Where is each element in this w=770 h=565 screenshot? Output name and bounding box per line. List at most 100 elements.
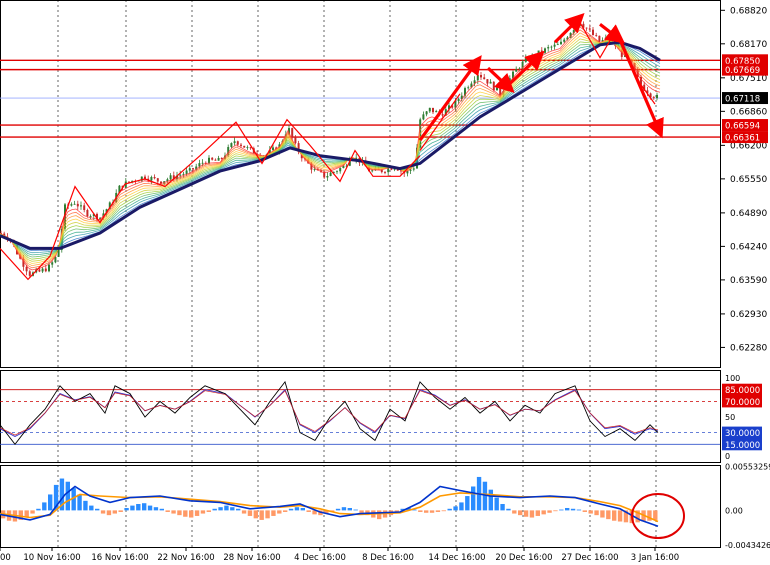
price-label: 0.67669 [725, 66, 760, 76]
price-tick-label: 0.65550 [730, 175, 767, 185]
x-tick-label: 00 [0, 553, 11, 563]
candle-body [384, 172, 386, 173]
macd-histogram-bar [653, 510, 658, 520]
macd-histogram-bar [83, 500, 88, 511]
candle-body [182, 173, 185, 175]
macd-histogram-bar [488, 489, 493, 511]
candle-body [595, 35, 598, 36]
candle-body [57, 249, 60, 257]
macd-histogram-bar [341, 507, 347, 511]
candle-body [371, 170, 374, 172]
macd-histogram-bar [335, 508, 341, 511]
candle-body [44, 268, 47, 272]
macd-histogram-bar [159, 508, 164, 511]
macd-histogram-bar [24, 510, 29, 517]
macd-histogram-bar [89, 505, 94, 511]
candle-body [457, 99, 460, 101]
macd-histogram-bar [294, 507, 300, 511]
macd-histogram-bar [218, 507, 223, 511]
x-tick-label: 27 Dec 16:00 [561, 553, 618, 563]
candle-body [387, 168, 390, 173]
macd-tick-label: 0.00553259 [725, 462, 770, 471]
candle-body [76, 203, 79, 207]
candle-body [550, 46, 553, 48]
candle-body [153, 177, 156, 179]
macd-histogram-bar [582, 510, 587, 512]
candle-body [563, 39, 566, 42]
candle-body [192, 168, 194, 170]
macd-histogram-bar [447, 508, 452, 511]
price-chart[interactable]: 0.688200.681700.675100.668600.662000.655… [0, 0, 770, 565]
macd-histogram-bar [212, 508, 217, 511]
candle-body [86, 210, 89, 217]
candle-body [531, 54, 534, 61]
price-label: 0.66361 [725, 134, 760, 144]
macd-histogram-bar [100, 510, 106, 514]
candle-body [25, 266, 28, 272]
price-tick-label: 0.68820 [730, 6, 767, 16]
macd-histogram-bar [194, 510, 200, 516]
price-tick-label: 0.66860 [730, 107, 767, 117]
candle-body [560, 41, 562, 45]
candle-body [243, 145, 246, 148]
candle-body [336, 171, 338, 173]
candle-body [489, 81, 492, 84]
candle-body [592, 29, 594, 36]
candle-body [496, 87, 498, 91]
x-tick-label: 20 Dec 16:00 [495, 553, 552, 563]
macd-tick-label: 0.00 [725, 506, 743, 515]
macd-histogram-bar [424, 510, 429, 513]
macd-histogram-bar [124, 507, 129, 511]
macd-histogram-bar [36, 508, 41, 511]
price-tick-label: 0.68170 [730, 40, 767, 50]
macd-histogram-bar [189, 510, 194, 518]
candle-body [291, 128, 294, 138]
macd-histogram-bar [471, 486, 476, 511]
candle-body [169, 175, 172, 180]
candle-body [211, 157, 214, 160]
candle-body [198, 163, 201, 167]
candle-body [652, 97, 655, 99]
price-label: 0.66594 [725, 122, 760, 132]
macd-histogram-bar [576, 509, 582, 511]
macd-histogram-bar [435, 510, 441, 512]
candle-body [272, 147, 274, 150]
macd-histogram-bar [48, 494, 53, 511]
candle-body [422, 114, 425, 120]
macd-histogram-bar [600, 510, 605, 518]
macd-histogram-bar [118, 510, 123, 512]
macd-histogram-bar [529, 510, 535, 518]
macd-histogram-bar [165, 510, 170, 512]
macd-histogram-bar [236, 508, 241, 511]
macd-histogram-bar [271, 510, 276, 516]
candle-body [70, 204, 73, 206]
candle-body [528, 58, 530, 61]
macd-histogram-bar [418, 510, 423, 512]
macd-histogram-bar [112, 510, 117, 514]
macd-histogram-bar [377, 510, 382, 520]
candle-body [48, 264, 50, 272]
macd-histogram-bar [565, 507, 570, 511]
x-tick-label: 28 Nov 16:00 [223, 553, 280, 563]
x-tick-label: 3 Jan 16:00 [631, 553, 679, 563]
macd-histogram-bar [553, 510, 558, 512]
macd-histogram-bar [142, 503, 147, 511]
candle-body [214, 159, 217, 161]
macd-tick-label: -0.00434268 [725, 541, 770, 550]
candle-body [412, 168, 415, 170]
candle-body [230, 143, 233, 148]
candle-body [428, 107, 431, 112]
macd-histogram-bar [512, 510, 517, 514]
stoch-tick-label: 50 [725, 413, 735, 422]
price-tick-label: 0.62280 [730, 343, 767, 353]
macd-histogram-bar [42, 502, 47, 511]
macd-histogram-bar [241, 510, 247, 514]
macd-histogram-bar [177, 510, 182, 516]
macd-histogram-bar [494, 497, 499, 511]
candle-body [486, 79, 489, 84]
macd-histogram-bar [153, 507, 159, 511]
price-tick-label: 0.63590 [730, 276, 767, 286]
candle-body [188, 168, 191, 171]
macd-histogram-bar [300, 507, 305, 511]
macd-histogram-bar [283, 510, 288, 512]
